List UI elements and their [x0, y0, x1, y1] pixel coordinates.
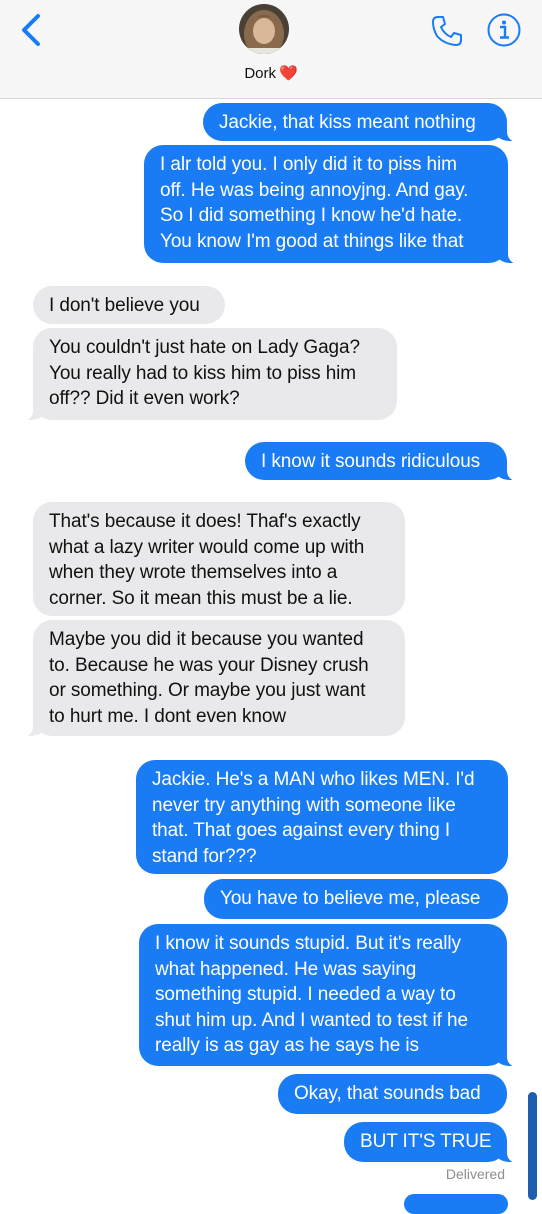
message-text: I don't believe you: [49, 295, 200, 316]
message-text: to. Because he was your Disney crush: [49, 654, 369, 676]
message-text: really is as gay as he says he is: [155, 1035, 419, 1056]
delivered-status: Delivered: [445, 1166, 505, 1182]
message-text: that. That goes against every thing I: [152, 820, 451, 841]
sent-message-bubble[interactable]: BUT IT'S TRUE: [344, 1122, 519, 1163]
message-text: Jackie, that kiss meant nothing: [219, 112, 476, 133]
contact-name[interactable]: Dork ❤️: [0, 64, 542, 82]
message-text: stand for???: [152, 845, 257, 867]
contact-photo: [239, 4, 289, 54]
message-text: Okay, that sounds bad: [294, 1083, 481, 1104]
message-text: BUT IT'S TRUE: [360, 1131, 492, 1152]
message-text: to hurt me. I dont even know: [49, 705, 286, 727]
avatar[interactable]: [239, 4, 289, 54]
message-text: what happened. He was saying: [155, 958, 417, 980]
message-text: never try anything with someone like: [152, 794, 456, 816]
message-text: what a lazy writer would come up with: [49, 536, 365, 558]
scrollbar[interactable]: [528, 1092, 537, 1200]
message-text: shut him up. And I wanted to test if he: [155, 1009, 468, 1031]
conversation-header: Dork ❤️: [0, 0, 542, 99]
sent-message-bubble[interactable]: I know it sounds stupid. But it's really…: [139, 924, 519, 1067]
sent-message-bubble[interactable]: I know it sounds ridiculous: [245, 442, 519, 481]
message-text: off. He was being annoyjng. And gay.: [160, 179, 469, 201]
message-text: You really had to kiss him to piss him: [49, 362, 357, 384]
message-text: or something. Or maybe you just want: [49, 680, 366, 701]
chevron-left-icon[interactable]: [14, 10, 50, 50]
heart-icon: ❤️: [278, 65, 298, 82]
received-message-bubble[interactable]: You couldn't just hate on Lady Gaga? You…: [21, 328, 397, 421]
info-icon[interactable]: [486, 12, 522, 48]
message-text: So I did something I know he'd hate.: [160, 205, 463, 226]
contact-name-label: Dork: [244, 65, 276, 82]
message-text: You have to believe me, please: [220, 888, 481, 909]
sent-message-bubble[interactable]: Jackie, that kiss meant nothing: [203, 103, 519, 142]
message-text: off?? Did it even work?: [49, 388, 240, 409]
message-text: You know I'm good at things like that: [160, 230, 464, 252]
sent-message-bubble[interactable]: You have to believe me, please: [204, 879, 508, 919]
message-text: Jackie. He's a MAN who likes MEN. I'd: [152, 769, 475, 790]
message-text: I alr told you. I only did it to piss hi…: [160, 154, 457, 175]
received-message-bubble[interactable]: That's because it does! Thaf's exactly w…: [33, 502, 405, 616]
sent-message-bubble[interactable]: I alr told you. I only did it to piss hi…: [144, 145, 508, 263]
sent-message-bubble-partial[interactable]: [404, 1194, 508, 1214]
sent-message-bubble[interactable]: Okay, that sounds bad: [278, 1074, 507, 1114]
received-message-bubble[interactable]: I don't believe you: [33, 286, 225, 324]
message-text: I know it sounds stupid. But it's really: [155, 933, 461, 954]
phone-icon[interactable]: [430, 14, 464, 48]
message-text: I know it sounds ridiculous: [261, 451, 481, 472]
message-text: You couldn't just hate on Lady Gaga?: [49, 337, 360, 358]
message-text: something stupid. I needed a way to: [155, 984, 456, 1005]
message-text: Maybe you did it because you wanted: [49, 629, 364, 650]
message-text: That's because it does! Thaf's exactly: [49, 511, 361, 532]
sent-message-bubble[interactable]: Jackie. He's a MAN who likes MEN. I'd ne…: [136, 760, 508, 874]
bubble-tail: [490, 225, 520, 264]
message-text: when they wrote themselves into a: [49, 562, 338, 583]
received-message-bubble[interactable]: Maybe you did it because you wanted to. …: [21, 620, 405, 737]
message-text: corner. So it mean this must be a lie.: [49, 587, 353, 609]
